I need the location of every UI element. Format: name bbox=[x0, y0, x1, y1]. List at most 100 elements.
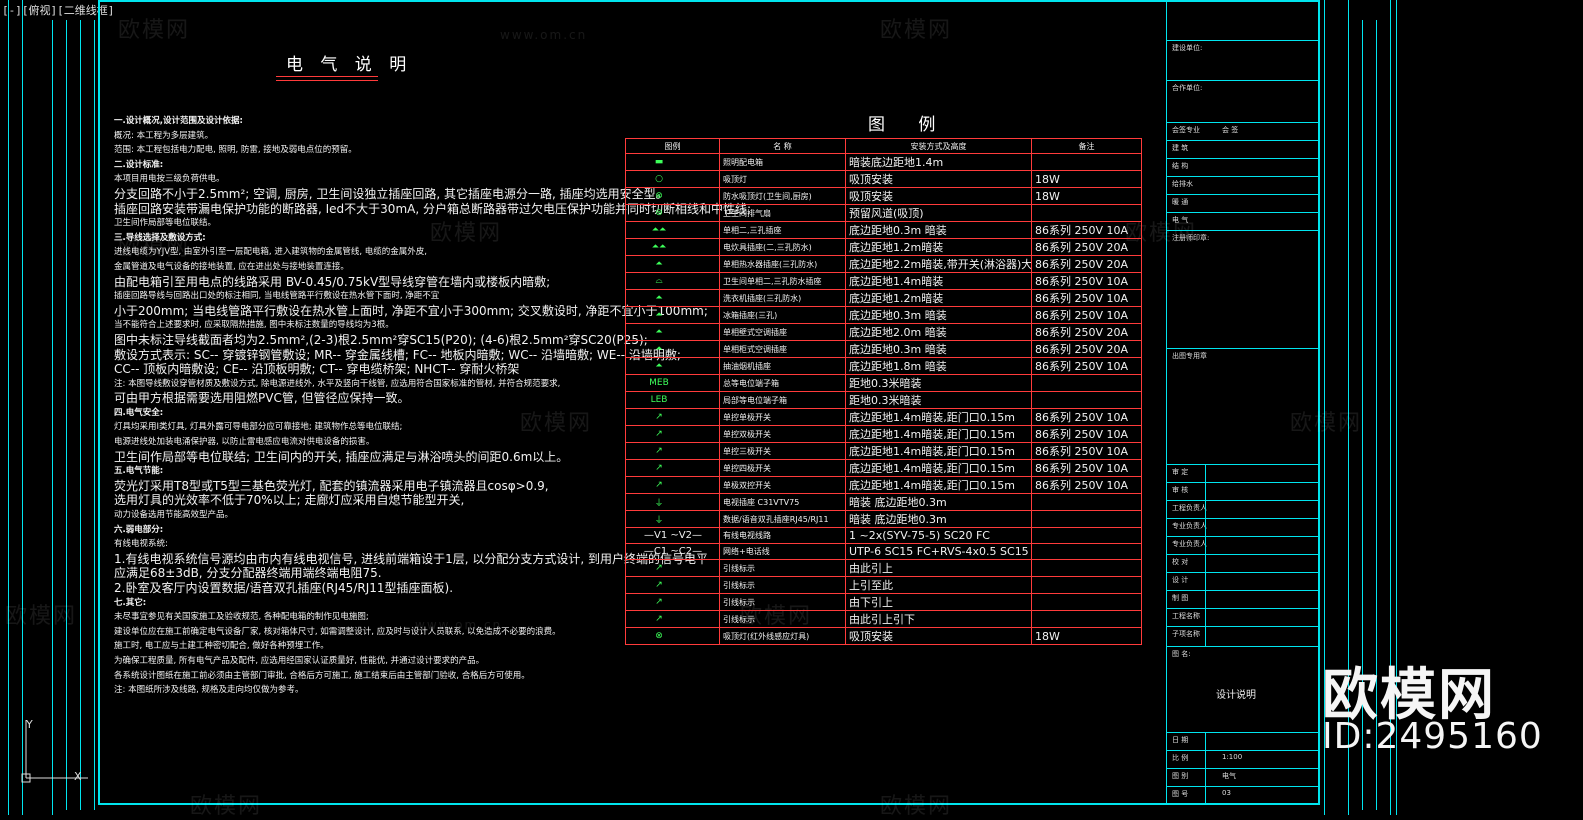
legend-header-symbol: 图例 bbox=[625, 138, 720, 154]
title-block-column-divider bbox=[1205, 732, 1206, 804]
title-block-label: 制 图 bbox=[1172, 594, 1189, 602]
legend-table: 图例 名 称 安装方式及高度 备注 ▬ 照明配电箱 暗装底边距地1.4m ○ 吸顶灯 吸顶… bbox=[625, 138, 1142, 646]
title-block-divider-line bbox=[1166, 176, 1318, 177]
legend-name: 单控四极开关 bbox=[719, 459, 846, 477]
legend-symbol-icon: ⊜ bbox=[655, 208, 663, 218]
watermark: 欧模网 bbox=[5, 604, 78, 629]
legend-name: 局部等电位端子箱 bbox=[719, 391, 846, 409]
title-block-value: 电气 bbox=[1222, 772, 1236, 780]
legend-symbol-icon: ↗ bbox=[655, 614, 663, 625]
title-block-label: 校 对 bbox=[1172, 558, 1189, 566]
legend-row: ↗ 引线标示 由下引上 bbox=[625, 593, 1142, 612]
legend-symbol: ↗ bbox=[625, 425, 720, 443]
title-block-divider-line bbox=[1166, 518, 1318, 519]
left-sheet-edge bbox=[8, 0, 9, 815]
title-block-label: 审 核 bbox=[1172, 486, 1189, 494]
legend-row: ⊜ 卫生间排气扇 预留风道(吸顶) bbox=[625, 204, 1142, 222]
notes-line: 荧光灯采用T8型或T5型三基色荧光灯, 配套的镇流器采用电子镇流器且cosφ>0… bbox=[114, 478, 549, 493]
legend-row: ⏶⏶ 电炊具插座(二,三孔防水) 底边距地1.2m暗装 86系列 250V 20A bbox=[625, 238, 1142, 256]
legend-title: 图 例 bbox=[868, 115, 950, 135]
legend-note: 86系列 250V 20A bbox=[1031, 255, 1142, 273]
legend-note: 86系列 250V 10A bbox=[1031, 442, 1142, 460]
title-block-divider-line bbox=[1166, 536, 1318, 537]
legend-mount: 底边距地1.4m暗装,距门口0.15m bbox=[845, 442, 1032, 460]
legend-name: 网络+电话线 bbox=[719, 543, 846, 561]
notes-line: 卫生间作局部等电位联结。 bbox=[114, 218, 217, 229]
notes-line: 选用灯具的光效率不低于70%以上; 走廊灯应采用自熄节能型开关, bbox=[114, 493, 465, 508]
legend-mount: UTP-6 SC15 FC+RVS-4x0.5 SC15 WC(FC) bbox=[845, 543, 1032, 561]
legend-symbol-icon: MEB bbox=[649, 378, 669, 388]
title-block-label: 给排水 bbox=[1172, 180, 1193, 188]
watermark: 欧模网 bbox=[880, 18, 953, 43]
title-block-divider-line bbox=[1166, 590, 1318, 591]
notes-line: 范围: 本工程包括电力配电, 照明, 防雷, 接地及弱电点位的预留。 bbox=[114, 145, 357, 156]
legend-name: 吸顶灯 bbox=[719, 170, 846, 188]
title-block-divider-line bbox=[1166, 122, 1318, 123]
legend-note: 86系列 250V 10A bbox=[1031, 289, 1142, 307]
watermark-url: www.om.cn bbox=[500, 28, 588, 42]
legend-name: 单相二,三孔插座 bbox=[719, 221, 846, 239]
legend-name: 电视插座 C31VTV75 bbox=[719, 493, 846, 511]
legend-name: 数据/语音双孔插座RJ45/RJ11 bbox=[719, 510, 846, 528]
legend-row: ⏶⏶ 单相二,三孔插座 底边距地0.3m 暗装 86系列 250V 10A bbox=[625, 221, 1142, 239]
legend-row: ⊗ 防水吸顶灯(卫生间,厨房) 吸顶安装 18W bbox=[625, 187, 1142, 205]
legend-header-mount: 安装方式及高度 bbox=[845, 138, 1032, 154]
legend-symbol-icon: ⏶ bbox=[655, 327, 663, 337]
legend-row: ↗ 引线标示 由此引上 bbox=[625, 559, 1142, 578]
legend-symbol-icon: ⏶⏶ bbox=[651, 225, 667, 235]
legend-name: 单相热水器插座(三孔防水) bbox=[719, 255, 846, 273]
legend-note: 86系列 250V 20A bbox=[1031, 340, 1142, 358]
title-block-divider-line bbox=[1166, 212, 1318, 213]
legend-mount: 吸顶安装 bbox=[845, 187, 1032, 205]
legend-note: 86系列 250V 10A bbox=[1031, 408, 1142, 426]
legend-symbol-icon: ○ bbox=[655, 174, 663, 184]
legend-row: MEB 总等电位端子箱 距地0.3米暗装 bbox=[625, 374, 1142, 392]
legend-name: 单控三极开关 bbox=[719, 442, 846, 460]
legend-name: 引线标示 bbox=[719, 559, 846, 578]
legend-mount: 吸顶安装 bbox=[845, 627, 1032, 646]
legend-symbol: ⏶ bbox=[625, 340, 720, 358]
notes-line: 有线电视系统: bbox=[114, 539, 168, 550]
legend-symbol: ⊜ bbox=[625, 204, 720, 222]
legend-symbol-icon: ↗ bbox=[655, 563, 663, 574]
title-block-divider-line bbox=[1166, 750, 1318, 751]
title-block-label: 专业负责人 bbox=[1172, 540, 1207, 548]
legend-header-name: 名 称 bbox=[719, 138, 846, 154]
legend-note: 86系列 250V 10A bbox=[1031, 425, 1142, 443]
legend-note bbox=[1031, 543, 1142, 561]
legend-row: ⏚ 电视插座 C31VTV75 暗装 底边距地0.3m bbox=[625, 493, 1142, 511]
legend-mount: 距地0.3米暗装 bbox=[845, 374, 1032, 392]
legend-row: LEB 局部等电位端子箱 距地0.3米暗装 bbox=[625, 391, 1142, 409]
notes-line: 进线电缆为YJV型, 由室外引至一层配电箱, 进入建筑物的金属管线, 电缆的金属… bbox=[114, 247, 427, 258]
legend-row: ⊗ 吸顶灯(红外线感应灯具) 吸顶安装 18W bbox=[625, 627, 1142, 646]
left-sheet-column bbox=[66, 20, 67, 810]
notes-heading: 六.弱电部分: bbox=[114, 524, 164, 535]
legend-note bbox=[1031, 593, 1142, 612]
notes-heading: 二.设计标准: bbox=[114, 159, 164, 170]
title-block-divider-line bbox=[1166, 140, 1318, 141]
legend-symbol: ⏶⏶ bbox=[625, 238, 720, 256]
title-block-label: 合作单位: bbox=[1172, 84, 1203, 92]
notes-line: 各系统设计图纸在施工前必须由主管部门审批, 合格后方可施工, 施工结束后由主管部… bbox=[114, 670, 530, 681]
drawing-name: 设计说明 bbox=[1216, 690, 1256, 701]
legend-note: 86系列 250V 10A bbox=[1031, 357, 1142, 375]
notes-heading: 一.设计概况,设计范围及设计依据: bbox=[114, 116, 243, 126]
legend-mount: 由下引上 bbox=[845, 593, 1032, 612]
legend-mount: 底边距地1.2m暗装 bbox=[845, 289, 1032, 307]
legend-symbol-icon: —V1 ~V2— bbox=[644, 530, 702, 542]
legend-mount: 暗装底边距地1.4m bbox=[845, 153, 1032, 171]
legend-symbol: LEB bbox=[625, 391, 720, 409]
legend-symbol: ⏚ bbox=[625, 510, 720, 528]
notes-line: 电源进线处加装电涌保护器, 以防止雷电感应电流对供电设备的损害。 bbox=[114, 437, 375, 448]
left-sheet-column bbox=[80, 20, 81, 810]
notes-line: 施工时, 电工应与土建工种密切配合, 做好各种预埋工作。 bbox=[114, 641, 329, 652]
legend-row: ⏚ 数据/语音双孔插座RJ45/RJ11 暗装 底边距地0.3m bbox=[625, 510, 1142, 528]
legend-name: 总等电位端子箱 bbox=[719, 374, 846, 392]
legend-row: ↗ 引线标示 上引至此 bbox=[625, 576, 1142, 595]
legend-symbol: ↗ bbox=[625, 576, 720, 595]
left-sheet-column bbox=[52, 20, 53, 815]
legend-name: 照明配电箱 bbox=[719, 153, 846, 171]
legend-mount: 上引至此 bbox=[845, 576, 1032, 595]
legend-mount: 底边距地0.3m 暗装 bbox=[845, 340, 1032, 358]
title-block-divider-line bbox=[1166, 646, 1318, 647]
